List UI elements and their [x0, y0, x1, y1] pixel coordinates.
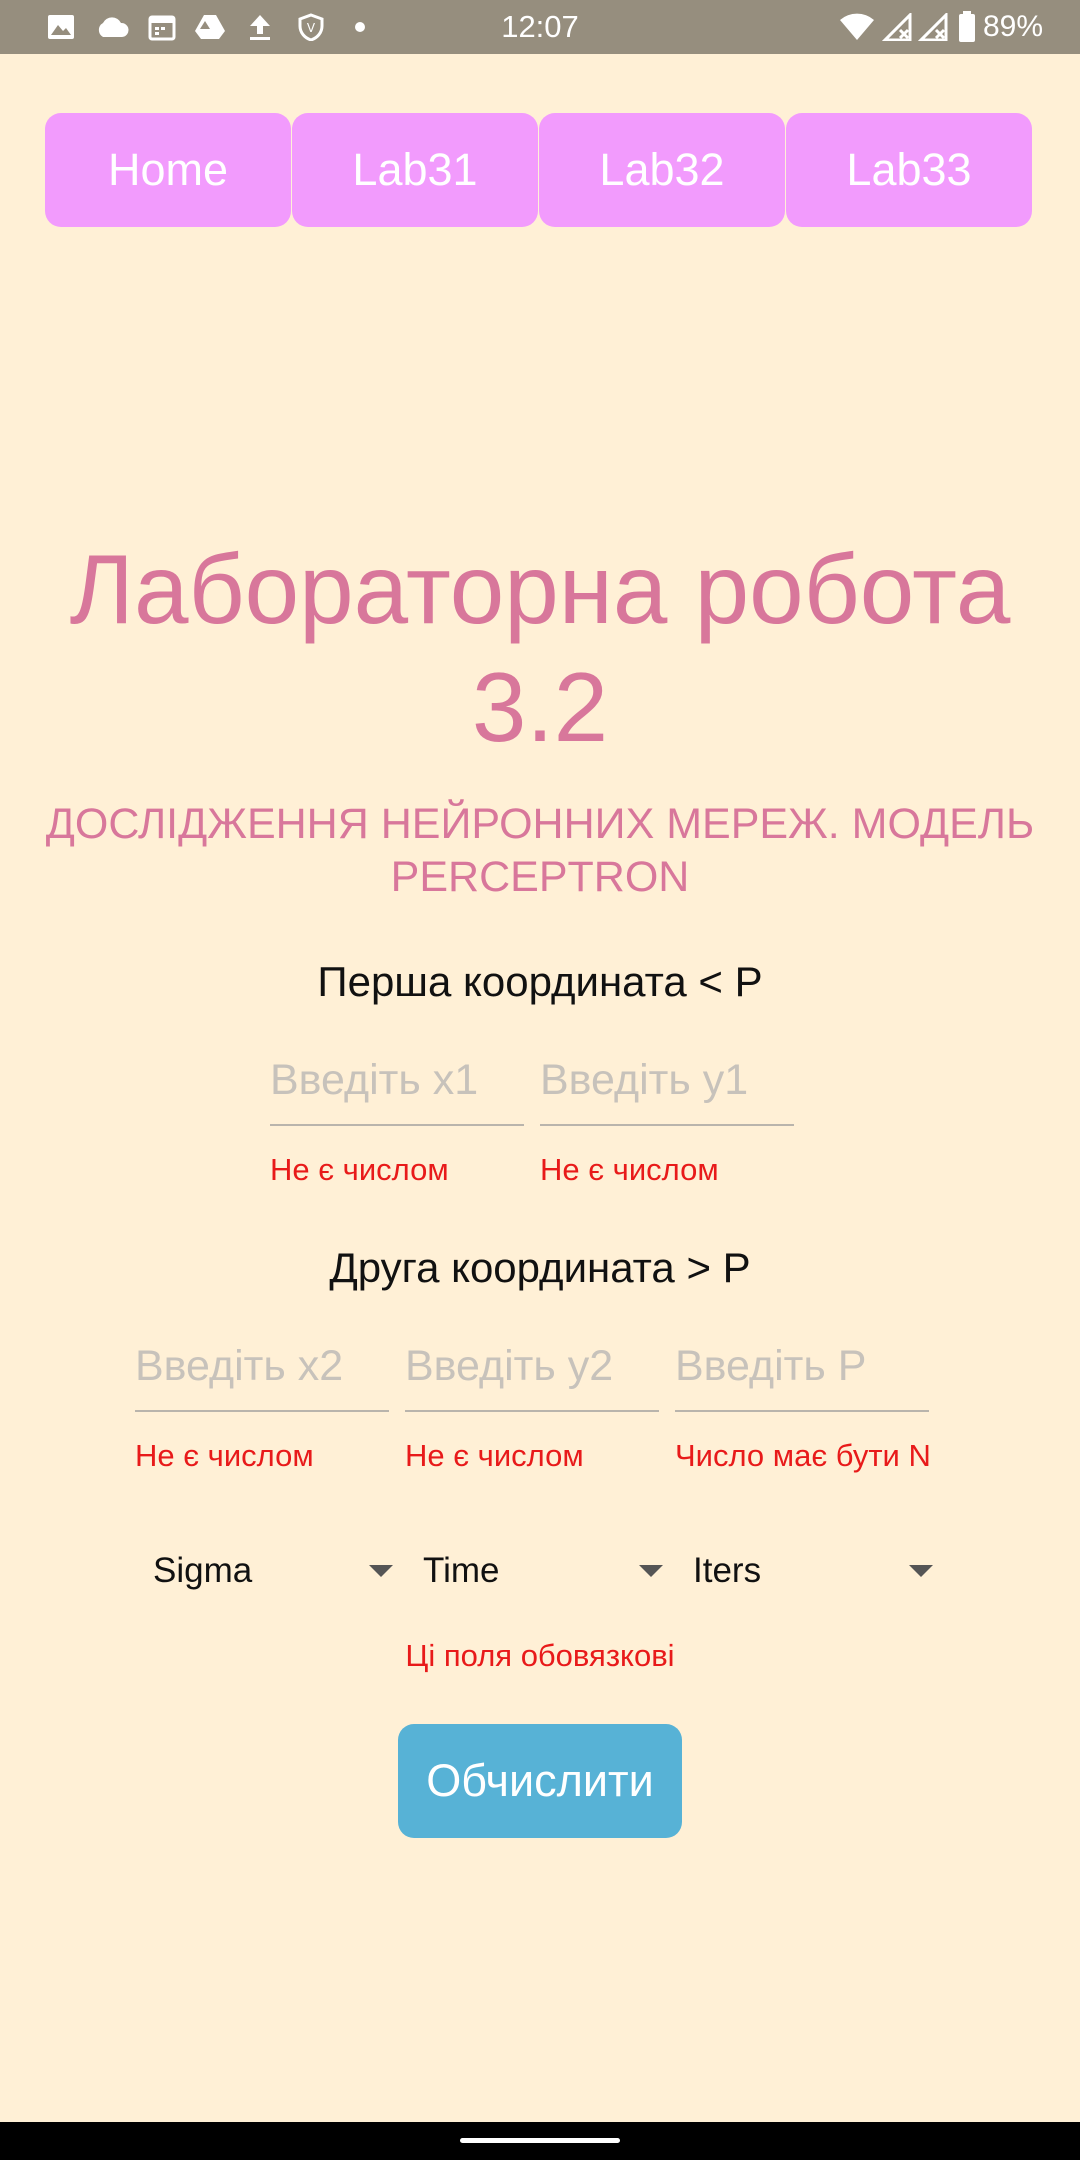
y2-error: Не є числом — [405, 1438, 584, 1473]
first-coordinate-label: Перша координата < P — [317, 958, 763, 1005]
y2-input[interactable] — [405, 1332, 659, 1412]
y1-field — [540, 1046, 794, 1126]
x1-field — [270, 1046, 524, 1126]
x2-field — [135, 1332, 389, 1412]
x2-error: Не є числом — [135, 1438, 314, 1473]
p-input[interactable] — [675, 1332, 929, 1412]
x1-error: Не є числом — [270, 1152, 449, 1187]
y1-input[interactable] — [540, 1046, 794, 1126]
page-subtitle-line2: PERCEPTRON — [390, 853, 690, 901]
dropdown-arrow-icon — [639, 1565, 663, 1577]
sigma-select-value: Sigma — [153, 1551, 253, 1590]
page-title-line1: Лабораторна робота — [69, 534, 1011, 644]
iters-select[interactable]: Iters — [693, 1536, 933, 1606]
calendar-icon — [146, 0, 178, 54]
required-fields-error: Ці поля обовязкові — [405, 1638, 675, 1673]
dropdown-arrow-icon — [369, 1565, 393, 1577]
status-time: 12:07 — [501, 9, 579, 44]
shield-icon: V — [296, 0, 326, 54]
upload-icon — [246, 0, 274, 54]
svg-text:V: V — [307, 21, 316, 35]
battery-percent: 89% — [983, 10, 1044, 43]
dropdown-arrow-icon — [909, 1565, 933, 1577]
signal-icon — [880, 0, 914, 54]
p-field — [675, 1332, 929, 1412]
second-coordinate-label: Друга координата > P — [329, 1244, 751, 1291]
time-select-value: Time — [423, 1551, 500, 1590]
wifi-icon — [838, 0, 876, 54]
nav-lab33-button[interactable]: Lab33 — [786, 113, 1032, 227]
x2-input[interactable] — [135, 1332, 389, 1412]
x1-input[interactable] — [270, 1046, 524, 1126]
nav-lab31-button[interactable]: Lab31 — [292, 113, 538, 227]
cloud-icon — [92, 0, 132, 54]
signal-icon — [916, 0, 950, 54]
iters-select-value: Iters — [693, 1551, 762, 1590]
top-nav: Home Lab31 Lab32 Lab33 — [45, 113, 1033, 227]
image-icon — [44, 0, 78, 54]
home-gesture-handle[interactable] — [460, 2138, 620, 2143]
nav-home-button[interactable]: Home — [45, 113, 291, 227]
sigma-select[interactable]: Sigma — [153, 1536, 393, 1606]
dot-icon — [352, 0, 368, 54]
drive-icon — [193, 0, 227, 54]
page-title: Лабораторна робота 3.2 — [0, 530, 1080, 766]
time-select[interactable]: Time — [423, 1536, 663, 1606]
page-title-line2: 3.2 — [471, 652, 609, 762]
page-subtitle-line1: ДОСЛІДЖЕННЯ НЕЙРОННИХ МЕРЕЖ. МОДЕЛЬ — [45, 800, 1035, 848]
y2-field — [405, 1332, 659, 1412]
system-navigation-bar — [0, 2122, 1080, 2160]
nav-lab32-button[interactable]: Lab32 — [539, 113, 785, 227]
calculate-button[interactable]: Обчислити — [398, 1724, 682, 1838]
battery-icon — [956, 0, 978, 54]
page-subtitle: ДОСЛІДЖЕННЯ НЕЙРОННИХ МЕРЕЖ. МОДЕЛЬ PERC… — [30, 798, 1050, 904]
p-error: Число має бути N — [675, 1438, 931, 1473]
status-bar: V 12:07 89% — [0, 0, 1080, 54]
y1-error: Не є числом — [540, 1152, 719, 1187]
